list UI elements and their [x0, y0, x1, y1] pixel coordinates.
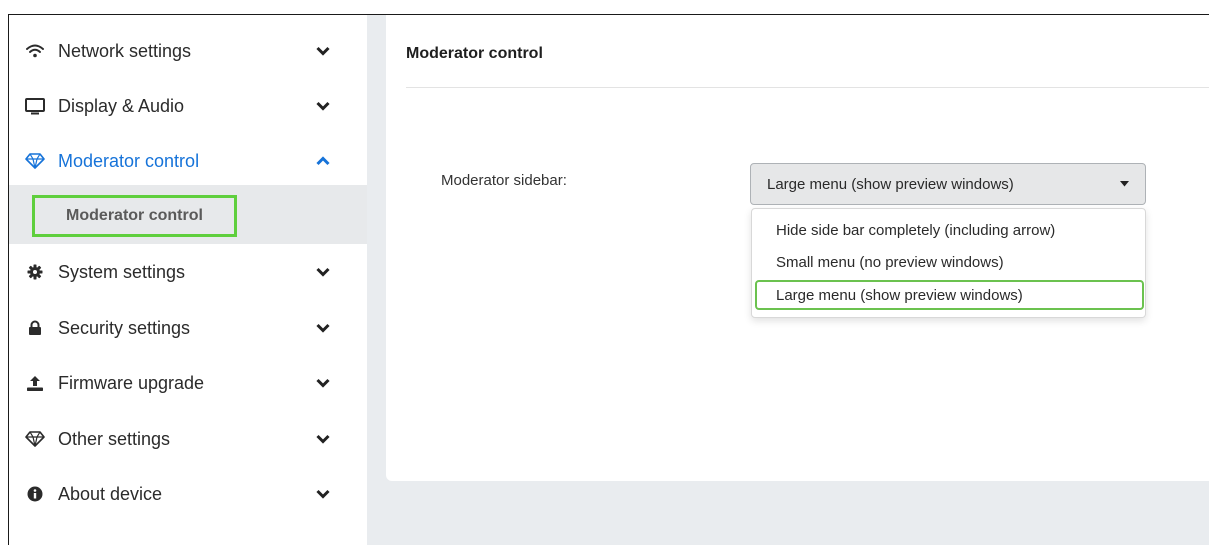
- sidebar-item-label: Moderator control: [58, 150, 200, 171]
- sidebar-item-label: Firmware upgrade: [58, 372, 205, 393]
- diamond-icon: [25, 429, 45, 449]
- sidebar-item-label: Display & Audio: [58, 95, 185, 116]
- sidebar-item-label: About device: [58, 483, 163, 504]
- sidebar-item-firmware-upgrade[interactable]: Firmware upgrade: [9, 355, 367, 411]
- option-small-menu[interactable]: Small menu (no preview windows): [755, 247, 1144, 277]
- chevron-down-icon[interactable]: [315, 320, 331, 336]
- chevron-down-icon[interactable]: [315, 431, 331, 447]
- chevron-down-icon[interactable]: [315, 486, 331, 502]
- settings-window: Network settings Display & Audio Moderat…: [8, 14, 1209, 545]
- option-hide-side-bar[interactable]: Hide side bar completely (including arro…: [755, 215, 1144, 245]
- wifi-icon: [25, 41, 45, 61]
- diamond-icon: [25, 151, 45, 171]
- chevron-down-icon[interactable]: [315, 43, 331, 59]
- sidebar-item-about-device[interactable]: About device: [9, 466, 367, 522]
- sidebar-item-system-settings[interactable]: System settings: [9, 244, 367, 300]
- sidebar-item-other-settings[interactable]: Other settings: [9, 411, 367, 467]
- chevron-down-icon[interactable]: [315, 264, 331, 280]
- divider: [406, 87, 1209, 88]
- sidebar-item-label: Network settings: [58, 40, 192, 61]
- moderator-sidebar-label: Moderator sidebar:: [441, 172, 567, 189]
- sidebar-item-moderator-control[interactable]: Moderator control: [9, 133, 367, 189]
- monitor-icon: [25, 96, 45, 116]
- chevron-down-icon[interactable]: [315, 375, 331, 391]
- info-icon: [25, 484, 45, 504]
- option-large-menu[interactable]: Large menu (show preview windows): [755, 280, 1144, 310]
- submenu: Moderator control: [9, 185, 367, 244]
- caret-down-icon: [1119, 179, 1129, 189]
- sidebar-item-security-settings[interactable]: Security settings: [9, 300, 367, 356]
- sidebar-item-label: System settings: [58, 261, 186, 282]
- lock-icon: [25, 318, 45, 338]
- select-value: Large menu (show preview windows): [767, 175, 1014, 193]
- sidebar: Network settings Display & Audio Moderat…: [9, 15, 367, 545]
- page-title: Moderator control: [406, 45, 543, 62]
- sidebar-item-network-settings[interactable]: Network settings: [9, 23, 367, 79]
- moderator-sidebar-select[interactable]: Large menu (show preview windows): [750, 163, 1146, 205]
- gear-icon: [25, 262, 45, 282]
- chevron-up-icon[interactable]: [315, 153, 331, 169]
- upload-icon: [25, 373, 45, 393]
- submenu-item-moderator-control[interactable]: Moderator control: [32, 195, 237, 237]
- chevron-down-icon[interactable]: [315, 98, 331, 114]
- content-card: Moderator control Moderator sidebar: Lar…: [386, 15, 1209, 481]
- sidebar-item-label: Other settings: [58, 428, 171, 449]
- dropdown-menu: Hide side bar completely (including arro…: [751, 208, 1146, 318]
- sidebar-item-label: Security settings: [58, 317, 191, 338]
- sidebar-item-display-audio[interactable]: Display & Audio: [9, 78, 367, 134]
